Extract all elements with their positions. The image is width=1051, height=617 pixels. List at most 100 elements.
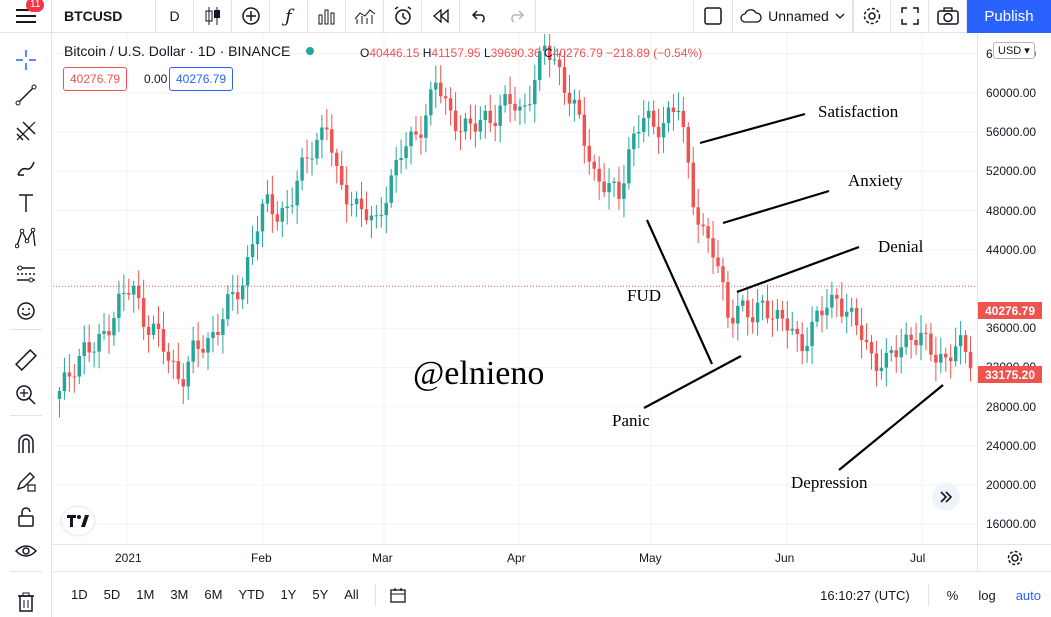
candle-body <box>953 346 958 362</box>
magnet-tool[interactable] <box>0 429 52 459</box>
log-toggle[interactable]: log <box>968 588 1005 603</box>
candle-body <box>632 133 636 150</box>
interval-button[interactable]: D <box>156 0 194 33</box>
text-tool[interactable] <box>0 188 52 218</box>
sell-button[interactable]: 40276.79 <box>63 67 128 91</box>
candle-body <box>805 345 809 352</box>
candle-body <box>211 331 215 339</box>
pitchfork-icon <box>16 121 36 141</box>
hide-drawings-tool[interactable] <box>0 536 52 566</box>
candle-body <box>651 110 656 127</box>
range-ytd[interactable]: YTD <box>230 587 272 602</box>
price-tick-label: 24000.00 <box>986 438 1037 453</box>
chart-settings-button[interactable] <box>977 544 1051 571</box>
candle-body <box>646 110 651 118</box>
candle-body <box>820 310 824 316</box>
annotation-line <box>643 355 742 409</box>
candle-body <box>760 300 765 303</box>
menu-button[interactable]: 11 <box>0 0 52 33</box>
candle-body <box>354 198 359 205</box>
candle-body <box>245 257 250 286</box>
auto-toggle[interactable]: auto <box>1006 588 1051 603</box>
remove-drawings-tool[interactable] <box>0 587 52 617</box>
candle-body <box>404 146 408 159</box>
symbol-search-button[interactable]: BTCUSD <box>52 0 156 33</box>
gann-fib-tool[interactable] <box>0 116 52 146</box>
candle-body <box>364 209 369 221</box>
candle-body <box>963 335 968 353</box>
current-price-tag: 33175.20 <box>978 366 1042 383</box>
strategy-button[interactable] <box>346 0 384 33</box>
prediction-tool[interactable] <box>0 223 52 253</box>
range-1d[interactable]: 1D <box>63 587 96 602</box>
candle-body <box>939 353 943 363</box>
lock-drawings-tool[interactable] <box>0 502 52 532</box>
candle-body <box>335 152 339 166</box>
alert-button[interactable] <box>384 0 422 33</box>
crosshair-tool[interactable] <box>0 45 52 75</box>
candle-body <box>310 158 314 160</box>
measure-fork-tool[interactable] <box>0 259 52 289</box>
range-6m[interactable]: 6M <box>196 587 230 602</box>
label-satisfaction: Satisfaction <box>818 102 899 121</box>
candle-body <box>696 207 700 225</box>
time-axis[interactable]: 2021 Feb Mar Apr May Jun Jul <box>53 544 977 571</box>
candle-body <box>305 157 309 159</box>
icons-tool[interactable] <box>0 296 52 326</box>
candle-body <box>394 160 398 176</box>
templates-button[interactable] <box>308 0 346 33</box>
chart-type-button[interactable] <box>194 0 232 33</box>
currency-button[interactable]: USD ▾ <box>993 42 1035 59</box>
trash-icon <box>18 592 34 612</box>
measure-tool[interactable] <box>0 345 52 375</box>
fullscreen-button[interactable] <box>891 0 929 33</box>
clock-timezone[interactable]: 16:10:27 (UTC) <box>810 588 920 603</box>
redo-button[interactable] <box>498 0 536 33</box>
candle-body <box>493 122 497 126</box>
buy-button[interactable]: 40276.79 <box>169 67 234 91</box>
candle-body <box>265 194 270 204</box>
calendar-goto-icon <box>390 587 406 603</box>
goto-date-button[interactable] <box>384 587 414 603</box>
tradingview-logo-icon[interactable] <box>62 507 94 535</box>
range-1m[interactable]: 1M <box>128 587 162 602</box>
plus-circle-icon <box>241 7 260 25</box>
zoom-tool[interactable] <box>0 380 52 410</box>
candle-body <box>919 332 923 346</box>
camera-icon <box>936 7 959 25</box>
candle-body <box>285 206 289 209</box>
select-layout-button[interactable] <box>693 0 733 33</box>
trend-line-tool[interactable] <box>0 80 52 110</box>
text-icon <box>19 194 33 212</box>
range-3m[interactable]: 3M <box>162 587 196 602</box>
compare-button[interactable] <box>232 0 270 33</box>
undo-button[interactable] <box>460 0 498 33</box>
candle-body <box>765 300 770 319</box>
settings-button[interactable] <box>853 0 891 33</box>
candle-body <box>443 96 448 99</box>
percent-toggle[interactable]: % <box>937 588 969 603</box>
replay-button[interactable] <box>422 0 460 33</box>
candle-body <box>557 59 562 68</box>
redo-icon <box>510 10 524 23</box>
patterns-tool[interactable] <box>0 153 52 183</box>
layout-name-button[interactable]: Unnamed <box>733 0 853 33</box>
indicators-button[interactable]: ƒ <box>270 0 308 33</box>
snapshot-button[interactable] <box>929 0 967 33</box>
candle-body <box>181 379 185 387</box>
candle-body <box>458 131 463 133</box>
candle-body <box>706 226 710 239</box>
stay-drawing-tool[interactable] <box>0 466 52 496</box>
candle-body <box>67 372 72 377</box>
range-all[interactable]: All <box>336 587 366 602</box>
publish-button[interactable]: Publish <box>967 0 1051 33</box>
candle-body <box>914 340 918 346</box>
price-axis[interactable] <box>977 34 1051 544</box>
range-5d[interactable]: 5D <box>96 587 129 602</box>
range-5y[interactable]: 5Y <box>304 587 336 602</box>
candle-body <box>414 131 418 135</box>
range-1y[interactable]: 1Y <box>272 587 304 602</box>
candle-body <box>156 323 161 330</box>
bottom-divider <box>927 584 929 606</box>
scroll-to-realtime-button[interactable] <box>932 483 960 511</box>
